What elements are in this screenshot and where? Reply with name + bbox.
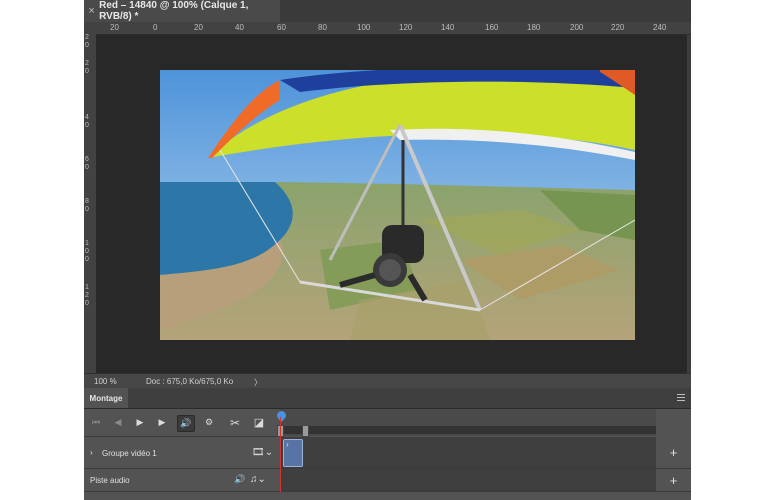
ruler-label: 0: [85, 248, 89, 255]
gear-icon[interactable]: ⚙: [201, 415, 217, 430]
ruler-label: 200: [570, 23, 584, 32]
prev-frame-icon[interactable]: ◀: [110, 415, 126, 430]
ruler-label: 6: [85, 156, 89, 163]
ruler-label: 1: [85, 240, 89, 247]
ruler-label: 2: [85, 60, 89, 67]
document-size-info: Doc : 675,0 Ko/675,0 Ko: [146, 377, 234, 386]
track-header: › Groupe vidéo 1 🎞⌄: [84, 437, 280, 468]
timeline-ruler[interactable]: [275, 409, 656, 437]
ruler-label: 0: [85, 300, 89, 307]
play-icon[interactable]: ▶: [132, 415, 148, 430]
ruler-label: 100: [357, 23, 371, 32]
ruler-label: 1: [85, 284, 89, 291]
add-audio-button[interactable]: +: [656, 469, 691, 491]
track-name[interactable]: Piste audio: [90, 476, 130, 485]
audio-icon[interactable]: 🔊: [177, 415, 195, 432]
ruler-label: 2: [85, 34, 89, 41]
ruler-label: 20: [194, 23, 203, 32]
canvas-area[interactable]: [96, 35, 687, 373]
vertical-scrollbar[interactable]: [687, 35, 691, 373]
track-name[interactable]: Groupe vidéo 1: [102, 449, 157, 458]
ruler-label: 0: [153, 23, 158, 32]
close-icon[interactable]: ×: [84, 5, 99, 17]
ruler-label: 0: [85, 206, 89, 213]
work-area-end-handle[interactable]: [302, 425, 309, 437]
audio-track: Piste audio 🔊 ♫⌄ +: [84, 469, 691, 492]
status-bar: 100 % Doc : 675,0 Ko/675,0 Ko 〉: [84, 373, 691, 388]
panel-menu-icon[interactable]: [677, 394, 685, 401]
ruler-label: 2: [85, 292, 89, 299]
ruler-label: 160: [485, 23, 499, 32]
add-media-button[interactable]: +: [656, 437, 691, 468]
ruler-label: 20: [110, 23, 119, 32]
ruler-label: 0: [85, 122, 89, 129]
photoshop-window: × Red – 14840 @ 100% (Calque 1, RVB/8) *…: [84, 0, 691, 500]
clip-chevron-icon: ›: [286, 440, 289, 449]
timeline-controls: ⏮ ◀ ▶ ▶ 🔊 ⚙ ✂ ◪: [84, 409, 280, 437]
horizontal-ruler[interactable]: 20 0 20 40 60 80 100 120 140 160 180 200…: [96, 22, 691, 35]
playhead-line: [280, 417, 281, 500]
document-tab-bar: × Red – 14840 @ 100% (Calque 1, RVB/8) *: [84, 0, 691, 23]
chevron-right-icon[interactable]: ›: [90, 448, 93, 457]
track-header: Piste audio 🔊 ♫⌄: [84, 469, 280, 491]
ruler-label: 180: [527, 23, 541, 32]
ruler-label: 60: [277, 23, 286, 32]
ruler-label: 0: [85, 42, 89, 49]
scissors-icon[interactable]: ✂: [227, 415, 243, 430]
track-lane[interactable]: ›: [280, 437, 656, 468]
ruler-label: 4: [85, 114, 89, 121]
first-frame-icon[interactable]: ⏮: [88, 415, 104, 430]
work-area-bar[interactable]: [280, 426, 656, 434]
panel-footer: [84, 492, 691, 500]
ruler-label: 40: [235, 23, 244, 32]
ruler-label: 140: [441, 23, 455, 32]
transition-icon[interactable]: ◪: [251, 415, 267, 430]
track-lane[interactable]: [280, 469, 656, 491]
document-title: Red – 14840 @ 100% (Calque 1, RVB/8) *: [99, 0, 249, 22]
ruler-label: 240: [653, 23, 667, 32]
music-note-icon[interactable]: ♫⌄: [250, 474, 266, 485]
video-clip[interactable]: ›: [283, 439, 303, 467]
ruler-label: 220: [611, 23, 625, 32]
timeline-ruler-right: [656, 409, 691, 436]
ruler-label: 0: [85, 164, 89, 171]
ruler-label: 120: [399, 23, 413, 32]
status-menu-arrow[interactable]: 〉: [254, 377, 262, 388]
hang-glider-photo: [160, 70, 635, 340]
next-frame-icon[interactable]: ▶: [154, 415, 170, 430]
video-group-track: › Groupe vidéo 1 🎞⌄ › +: [84, 437, 691, 469]
document-tab[interactable]: × Red – 14840 @ 100% (Calque 1, RVB/8) *: [84, 0, 280, 22]
ruler-label: 0: [85, 68, 89, 75]
film-icon[interactable]: 🎞⌄: [252, 447, 273, 458]
tab-montage[interactable]: Montage: [84, 388, 128, 408]
timeline-panel-header: Montage: [84, 388, 691, 409]
ruler-label: 0: [85, 256, 89, 263]
ruler-label: 80: [318, 23, 327, 32]
audio-mute-icon[interactable]: 🔊: [234, 474, 245, 485]
document-image[interactable]: [160, 70, 635, 340]
zoom-level[interactable]: 100 %: [94, 377, 117, 386]
ruler-label: 8: [85, 198, 89, 205]
